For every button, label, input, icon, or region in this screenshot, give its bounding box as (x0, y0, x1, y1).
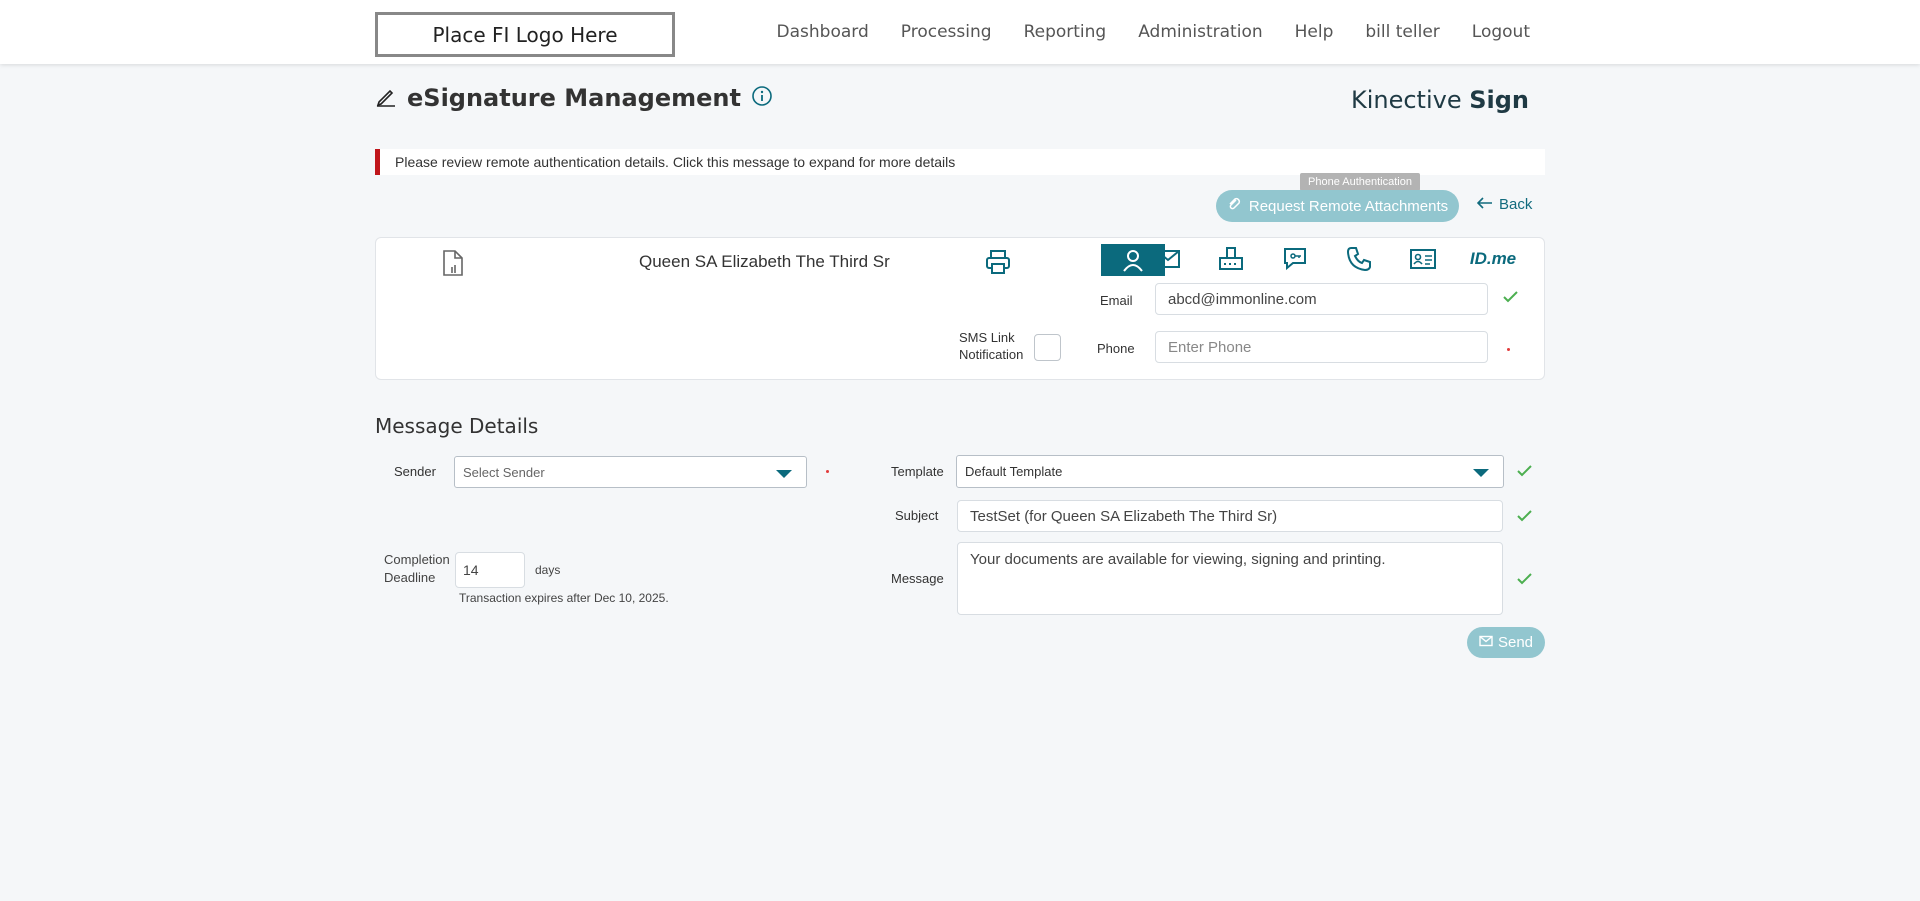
sms-label-line-1: SMS Link (959, 330, 1015, 345)
print-icon[interactable] (984, 248, 1012, 281)
completion-deadline-label: Completion Deadline (384, 551, 450, 587)
chevron-down-icon (1473, 469, 1489, 477)
send-label: Send (1497, 634, 1534, 651)
nav-logout[interactable]: Logout (1472, 22, 1530, 42)
sender-label: Sender (394, 464, 436, 479)
signer-name: Queen SA Elizabeth The Third Sr (639, 252, 890, 271)
nav-processing[interactable]: Processing (901, 22, 992, 42)
deadline-days-input[interactable]: 14 (455, 552, 525, 588)
arrow-left-icon (1476, 196, 1493, 213)
request-remote-attachments-button[interactable]: Request Remote Attachments (1216, 190, 1459, 222)
check-icon (1502, 290, 1519, 309)
sms-label-line-2: Notification (959, 347, 1024, 362)
sender-select-value: Select Sender (463, 464, 545, 480)
info-icon[interactable] (751, 85, 773, 112)
request-remote-attachments-label: Request Remote Attachments (1248, 197, 1449, 215)
sender-select[interactable]: Select Sender (454, 456, 807, 488)
message-label: Message (891, 571, 944, 586)
required-indicator (826, 470, 829, 473)
top-bar: Place FI Logo Here Dashboard Processing … (0, 0, 1920, 64)
main-nav: Dashboard Processing Reporting Administr… (777, 22, 1530, 42)
check-icon (1516, 572, 1533, 591)
page-title-row: eSignature Management (375, 84, 773, 112)
phone-field[interactable]: Enter Phone (1155, 331, 1488, 363)
fi-logo-placeholder: Place FI Logo Here (375, 12, 675, 57)
subject-label: Subject (895, 508, 939, 523)
nav-administration[interactable]: Administration (1138, 22, 1262, 42)
deadline-label-line-2: Deadline (384, 570, 436, 585)
email-label: Email (1100, 293, 1133, 308)
brand-text-light: Kinective (1350, 86, 1470, 114)
template-select[interactable]: Default Template (956, 455, 1504, 488)
document-icon (441, 249, 465, 282)
id-card-icon[interactable] (1403, 242, 1443, 276)
nav-reporting[interactable]: Reporting (1024, 22, 1107, 42)
phone-label: Phone (1097, 341, 1135, 356)
fax-icon[interactable] (1211, 242, 1251, 276)
message-textarea[interactable]: Your documents are available for viewing… (957, 542, 1503, 615)
pen-icon (375, 85, 397, 112)
chat-icon[interactable] (1275, 242, 1315, 276)
idme-logo-text: ID.me (1469, 249, 1517, 268)
kinective-sign-logo: Kinective Sign (1351, 86, 1529, 114)
check-icon (1516, 464, 1533, 483)
tooltip: Phone Authentication (1300, 173, 1420, 196)
back-label: Back (1499, 196, 1533, 213)
message-details-heading: Message Details (375, 414, 539, 438)
email-field[interactable]: abcd@immonline.com (1155, 283, 1488, 315)
page-title: eSignature Management (407, 84, 741, 112)
template-label: Template (891, 464, 944, 479)
subject-field[interactable]: TestSet (for Queen SA Elizabeth The Thir… (957, 500, 1503, 532)
nav-dashboard[interactable]: Dashboard (777, 22, 869, 42)
phone-icon[interactable] (1339, 242, 1379, 276)
envelope-icon (1479, 634, 1493, 651)
check-icon (1516, 509, 1533, 528)
brand-text-bold: Sign (1469, 86, 1529, 114)
template-select-value: Default Template (965, 464, 1063, 479)
auth-review-alert[interactable]: Please review remote authentication deta… (375, 149, 1545, 175)
expiry-note: Transaction expires after Dec 10, 2025. (459, 591, 669, 605)
back-link[interactable]: Back (1476, 196, 1533, 213)
sms-link-checkbox[interactable] (1034, 334, 1061, 361)
paperclip-icon (1227, 197, 1241, 215)
signer-card: Queen SA Elizabeth The Third Sr ID.me Em… (375, 237, 1545, 380)
send-button[interactable]: Send (1467, 627, 1545, 658)
nav-user-menu[interactable]: bill teller (1365, 22, 1439, 42)
sms-link-notification-label: SMS Link Notification (959, 329, 1023, 363)
idme-icon[interactable]: ID.me (1468, 242, 1518, 276)
chevron-down-icon (776, 470, 792, 478)
mail-icon[interactable] (1148, 242, 1188, 276)
days-label: days (535, 563, 561, 577)
nav-help[interactable]: Help (1295, 22, 1334, 42)
required-indicator (1507, 348, 1510, 351)
deadline-label-line-1: Completion (384, 552, 450, 567)
